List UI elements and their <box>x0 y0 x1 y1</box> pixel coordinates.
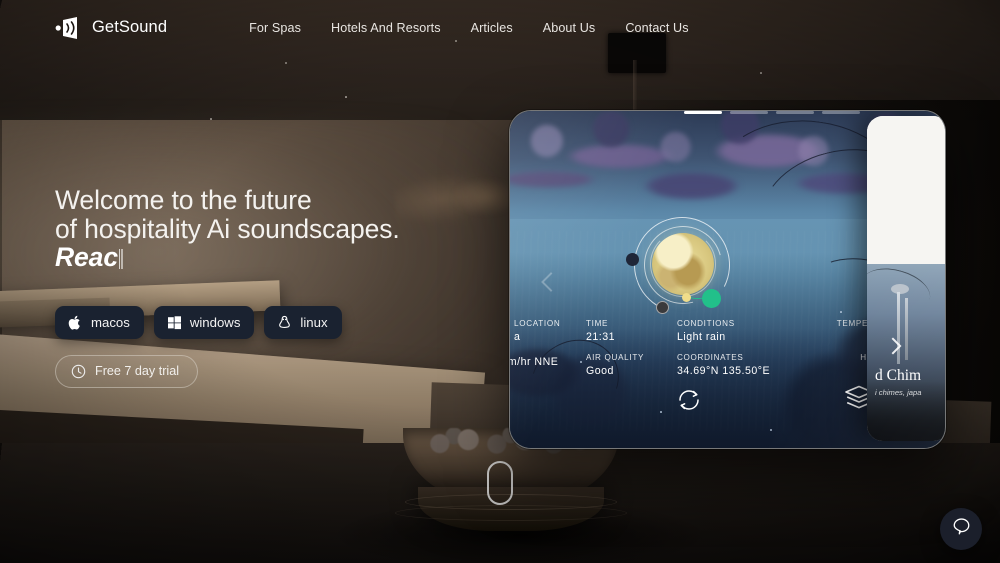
hero-section: Welcome to the future of hospitality Ai … <box>55 186 400 388</box>
soundscape-card-title: d Chim <box>875 367 922 384</box>
progress-bar-3[interactable] <box>776 111 814 115</box>
readout-coordinates-label: COORDINATES <box>677 353 744 362</box>
soundscape-card[interactable]: d Chim i chimes, japa <box>867 116 945 441</box>
dust-sparkle <box>285 62 287 64</box>
device-stand-badge <box>487 461 513 505</box>
scene-photo-speck <box>840 311 842 313</box>
download-linux-button[interactable]: linux <box>264 305 342 339</box>
chat-help-button[interactable] <box>940 508 982 550</box>
orbit-dot-green <box>702 289 721 308</box>
readout-time-label: TIME <box>586 319 609 328</box>
hero-line-2: of hospitality Ai soundscapes. <box>55 213 400 244</box>
dust-sparkle <box>760 72 762 74</box>
download-macos-label: macos <box>91 314 130 330</box>
orbital-moon-widget[interactable] <box>621 204 743 326</box>
download-windows-button[interactable]: windows <box>153 305 255 339</box>
download-buttons-row: macos windows linux <box>55 305 400 339</box>
free-trial-button[interactable]: Free 7 day trial <box>55 354 198 388</box>
readout-location-value: a <box>514 331 521 343</box>
linux-penguin-icon <box>277 315 292 330</box>
clock-icon <box>71 364 86 379</box>
nav-link-hotels-and-resorts[interactable]: Hotels And Resorts <box>331 21 441 35</box>
progress-bar-1[interactable] <box>684 111 722 115</box>
nav-links: For Spas Hotels And Resorts Articles Abo… <box>249 21 689 35</box>
typing-caret-secondary <box>121 249 123 269</box>
tablet-screen: LOCATION a km/hr NNE TIME 21:31 AIR QUAL… <box>510 111 945 448</box>
free-trial-label: Free 7 day trial <box>95 364 179 378</box>
progress-bar-4[interactable] <box>822 111 860 115</box>
readout-air-quality: AIR QUALITY Good <box>586 353 644 377</box>
stove-ring-lower <box>395 505 627 521</box>
readout-conditions: CONDITIONS Light rain <box>677 319 735 343</box>
download-windows-label: windows <box>189 314 241 330</box>
page-title: Welcome to the future of hospitality Ai … <box>55 186 400 272</box>
soundscape-card-image: d Chim i chimes, japa <box>867 261 945 441</box>
nav-link-articles[interactable]: Articles <box>471 21 513 35</box>
tablet-device[interactable]: LOCATION a km/hr NNE TIME 21:31 AIR QUAL… <box>509 110 946 449</box>
download-linux-label: linux <box>300 314 328 330</box>
brand-name: GetSound <box>92 18 168 36</box>
readout-time-value: 21:31 <box>586 331 616 343</box>
orbit-dot-yellow <box>682 293 691 302</box>
download-macos-button[interactable]: macos <box>55 305 144 339</box>
chat-bubble-icon <box>951 516 972 542</box>
orbit-dot-grey <box>656 301 669 314</box>
dust-sparkle <box>210 118 212 120</box>
windows-icon <box>167 315 182 330</box>
hero-line-1: Welcome to the future <box>55 185 312 215</box>
wind-chime-cap <box>891 284 909 294</box>
soundscape-card-top-panel <box>867 116 945 264</box>
wind-chime-tube <box>905 298 908 360</box>
readout-air-quality-label: AIR QUALITY <box>586 353 645 362</box>
typing-caret <box>118 249 121 269</box>
nav-link-contact-us[interactable]: Contact Us <box>625 21 688 35</box>
dust-sparkle <box>345 96 347 98</box>
brand-logo-group[interactable]: GetSound <box>55 15 167 41</box>
slide-progress-bars <box>684 111 860 115</box>
nav-link-for-spas[interactable]: For Spas <box>249 21 301 35</box>
readout-wind-value: km/hr NNE <box>510 356 559 368</box>
progress-bar-2[interactable] <box>730 111 768 115</box>
sound-waves-logo-icon <box>55 15 83 41</box>
moon-orb-icon <box>652 233 714 295</box>
top-navigation-bar: GetSound For Spas Hotels And Resorts Art… <box>0 0 1000 55</box>
apple-icon <box>68 315 83 330</box>
readout-coordinates: COORDINATES 34.69°N 135.50°E <box>677 353 770 377</box>
scene-photo-speck <box>770 429 772 431</box>
soundscape-card-subtitle: i chimes, japa <box>875 388 922 397</box>
hero-typed-text: Reac <box>55 242 118 272</box>
readout-time: TIME 21:31 <box>586 319 615 343</box>
soundscape-card-text: d Chim i chimes, japa <box>875 367 945 397</box>
readout-coordinates-value: 34.69°N 135.50°E <box>677 365 771 377</box>
orbit-dot-navy <box>626 253 639 266</box>
readout-location-label: LOCATION <box>514 319 561 328</box>
refresh-rotate-icon[interactable] <box>675 386 703 414</box>
scene-photo-speck <box>660 411 662 413</box>
hero-line-3: Reac <box>55 243 400 272</box>
readout-location: LOCATION a <box>514 319 560 343</box>
nav-link-about-us[interactable]: About Us <box>543 21 596 35</box>
readout-conditions-value: Light rain <box>677 331 726 343</box>
readout-air-quality-value: Good <box>586 365 614 377</box>
readout-wind: km/hr NNE <box>510 353 558 368</box>
readout-conditions-label: CONDITIONS <box>677 319 735 328</box>
wind-chime-tube <box>897 292 900 364</box>
